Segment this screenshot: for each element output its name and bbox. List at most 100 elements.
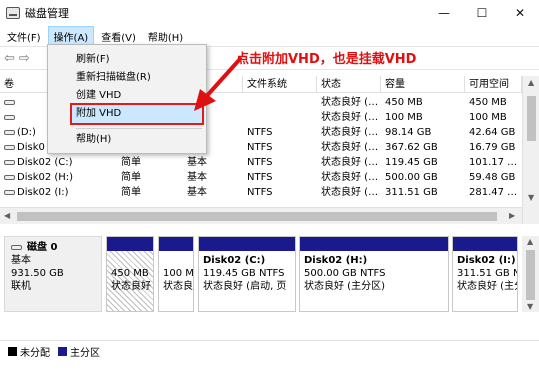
menu-rescan-disks[interactable]: 重新扫描磁盘(R) bbox=[76, 69, 151, 87]
cell-layout: 简单 bbox=[121, 187, 141, 198]
cell-capacity: 500.00 GB bbox=[385, 172, 438, 183]
partition-block[interactable]: Disk02 (I:) 311.51 GB NTFS 状态良好 (主分区) bbox=[452, 236, 518, 312]
cell-status: 状态良好 (… bbox=[321, 187, 379, 198]
volume-icon bbox=[4, 174, 15, 180]
scroll-thumb[interactable] bbox=[527, 96, 536, 141]
partition-size: 100 M bbox=[163, 268, 194, 279]
partition-status: 状态良好 (主分区) bbox=[304, 281, 385, 292]
header-filesystem[interactable]: 文件系统 bbox=[243, 76, 317, 92]
cell-layout: 简单 bbox=[121, 172, 141, 183]
partition-size: 119.45 GB NTFS bbox=[203, 268, 285, 279]
table-vertical-scrollbar[interactable]: ▲ ▼ bbox=[522, 76, 539, 224]
forward-arrow-icon[interactable]: ⇨ bbox=[19, 51, 30, 66]
partition-bar bbox=[453, 237, 517, 251]
disk-icon bbox=[11, 245, 22, 250]
scroll-thumb[interactable] bbox=[17, 212, 497, 221]
cell-status: 状态良好 (… bbox=[321, 172, 379, 183]
disk-state: 联机 bbox=[11, 281, 31, 292]
disk-management-icon bbox=[6, 7, 20, 19]
minimize-button[interactable]: — bbox=[425, 0, 463, 26]
cell-free-space: 42.64 GB bbox=[469, 127, 516, 138]
maximize-button[interactable]: ☐ bbox=[463, 0, 501, 26]
cell-type: 基本 bbox=[187, 157, 207, 168]
cell-capacity: 367.62 GB bbox=[385, 142, 438, 153]
table-horizontal-scrollbar[interactable]: ◀ ▶ bbox=[0, 207, 522, 224]
cell-filesystem: NTFS bbox=[247, 172, 273, 183]
menu-view[interactable]: 查看(V) bbox=[96, 27, 141, 46]
scroll-down-icon[interactable]: ▼ bbox=[527, 302, 533, 311]
scroll-thumb[interactable] bbox=[526, 250, 535, 300]
swatch-unallocated bbox=[8, 347, 17, 356]
disk-graphical-view: 磁盘 0 基本 931.50 GB 联机 450 MB 状态良好 100 M 状… bbox=[0, 228, 539, 338]
partition-block[interactable]: 100 M 状态良 bbox=[158, 236, 194, 312]
scroll-down-icon[interactable]: ▼ bbox=[528, 193, 534, 202]
disk-0-info[interactable]: 磁盘 0 基本 931.50 GB 联机 bbox=[4, 236, 102, 312]
header-status[interactable]: 状态 bbox=[317, 76, 381, 92]
cell-free-space: 16.79 GB bbox=[469, 142, 516, 153]
partition-name bbox=[111, 254, 149, 267]
scroll-right-icon[interactable]: ▶ bbox=[509, 211, 515, 220]
cell-status: 状态良好 (… bbox=[321, 142, 379, 153]
menu-refresh[interactable]: 刷新(F) bbox=[76, 51, 110, 69]
header-free-space[interactable]: 可用空间 bbox=[465, 76, 522, 92]
swatch-primary bbox=[58, 347, 67, 356]
cell-volume: Disk0 bbox=[17, 142, 45, 153]
table-row[interactable]: Disk02 (I:) 简单 基本 NTFS 状态良好 (… 311.51 GB… bbox=[0, 185, 522, 200]
legend-label: 未分配 bbox=[20, 348, 50, 359]
volume-icon bbox=[4, 159, 15, 165]
cell-status: 状态良好 (… bbox=[321, 97, 379, 108]
cell-free-space: 100 MB bbox=[469, 112, 507, 123]
cell-filesystem: NTFS bbox=[247, 187, 273, 198]
action-dropdown-menu: 刷新(F) 重新扫描磁盘(R) 创建 VHD 附加 VHD 帮助(H) bbox=[47, 44, 207, 154]
cell-type: 基本 bbox=[187, 187, 207, 198]
window-title: 磁盘管理 bbox=[25, 7, 69, 20]
partition-block[interactable]: 450 MB 状态良好 bbox=[106, 236, 154, 312]
cell-filesystem bbox=[243, 95, 317, 110]
scroll-left-icon[interactable]: ◀ bbox=[4, 211, 10, 220]
annotation-callout: 点击附加VHD，也是挂载VHD bbox=[236, 52, 417, 67]
scroll-up-icon[interactable]: ▲ bbox=[527, 237, 533, 246]
legend-label: 主分区 bbox=[70, 348, 100, 359]
cell-capacity: 100 MB bbox=[385, 112, 423, 123]
partition-name: Disk02 (I:) bbox=[457, 255, 516, 266]
partition-block[interactable]: Disk02 (H:) 500.00 GB NTFS 状态良好 (主分区) bbox=[299, 236, 449, 312]
cell-volume: Disk02 (I:) bbox=[17, 187, 69, 198]
cell-volume: Disk02 (H:) bbox=[17, 172, 74, 183]
cell-capacity: 98.14 GB bbox=[385, 127, 432, 138]
table-row[interactable]: Disk02 (H:) 简单 基本 NTFS 状态良好 (… 500.00 GB… bbox=[0, 170, 522, 185]
cell-filesystem bbox=[243, 110, 317, 125]
menu-help[interactable]: 帮助(H) bbox=[143, 27, 188, 46]
close-button[interactable]: ✕ bbox=[501, 0, 539, 26]
volume-icon bbox=[4, 144, 15, 150]
partition-size: 450 MB bbox=[111, 268, 149, 279]
partition-status: 状态良好 bbox=[111, 281, 151, 292]
cell-status: 状态良好 (… bbox=[321, 112, 379, 123]
menu-file[interactable]: 文件(F) bbox=[2, 27, 46, 46]
cell-status: 状态良好 (… bbox=[321, 157, 379, 168]
disk-type: 基本 bbox=[11, 255, 31, 266]
window-controls: — ☐ ✕ bbox=[425, 0, 539, 26]
partition-name bbox=[163, 254, 189, 267]
table-row[interactable]: Disk02 (C:) 简单 基本 NTFS 状态良好 (… 119.45 GB… bbox=[0, 155, 522, 170]
menu-separator bbox=[76, 128, 202, 129]
cell-filesystem: NTFS bbox=[247, 142, 273, 153]
disk-title: 磁盘 0 bbox=[27, 242, 58, 253]
cell-capacity: 311.51 GB bbox=[385, 187, 438, 198]
menu-bar: 文件(F) 操作(A) 查看(V) 帮助(H) bbox=[0, 25, 539, 47]
volume-icon bbox=[4, 99, 15, 105]
scroll-up-icon[interactable]: ▲ bbox=[528, 78, 534, 87]
cell-capacity: 450 MB bbox=[385, 97, 423, 108]
cell-type: 基本 bbox=[187, 172, 207, 183]
cell-volume: (D:) bbox=[17, 127, 36, 138]
partition-size: 500.00 GB NTFS bbox=[304, 268, 386, 279]
volume-icon bbox=[4, 114, 15, 120]
partition-block[interactable]: Disk02 (C:) 119.45 GB NTFS 状态良好 (启动, 页 bbox=[198, 236, 296, 312]
header-capacity[interactable]: 容量 bbox=[381, 76, 465, 92]
menu-help-item[interactable]: 帮助(H) bbox=[76, 131, 111, 149]
partition-status: 状态良好 (启动, 页 bbox=[203, 281, 287, 292]
back-arrow-icon[interactable]: ⇦ bbox=[4, 51, 15, 66]
disk-view-scrollbar[interactable]: ▲ ▼ bbox=[522, 236, 539, 312]
cell-status: 状态良好 (… bbox=[321, 127, 379, 138]
partition-size: 311.51 GB NTFS bbox=[457, 268, 517, 279]
partition-bar bbox=[199, 237, 295, 251]
